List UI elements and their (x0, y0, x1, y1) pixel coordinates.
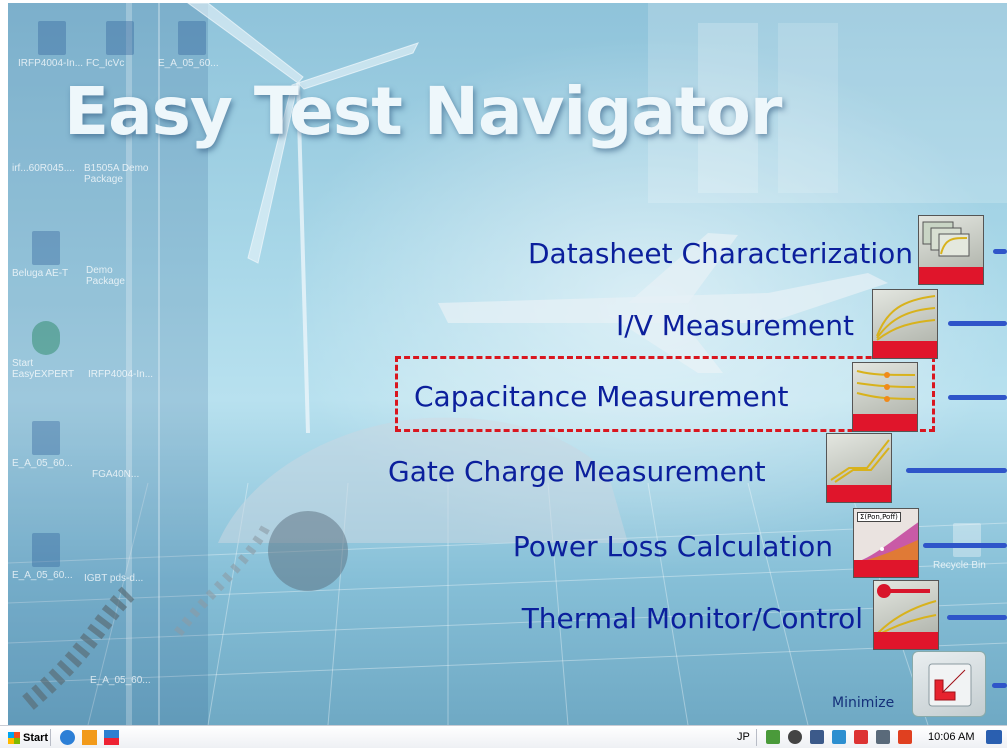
app-title: Easy Test Navigator (64, 73, 782, 150)
desktop-icon-label: IGBT pds-d... (84, 573, 144, 584)
menu-item-datasheet-characterization[interactable]: Datasheet Characterization (448, 215, 1007, 290)
iv-measurement-icon (872, 289, 938, 359)
connector-bar (947, 615, 1007, 620)
desktop-icon[interactable]: IGBT pds-d... (84, 573, 174, 584)
desktop-icon-label: E_A_05_60... (90, 675, 151, 686)
thumb-red-band (874, 632, 938, 649)
device-tray-icon[interactable] (832, 730, 846, 744)
desktop-icon-label: Start EasyEXPERT (12, 358, 75, 380)
desktop-icon[interactable]: FGA40N... (92, 469, 182, 480)
tray-separator (756, 729, 757, 746)
minimize-button[interactable] (912, 651, 986, 717)
network-tray-icon[interactable] (766, 730, 780, 744)
file-icon (38, 21, 66, 55)
connector-bar (992, 683, 1007, 688)
menu-item-label: Thermal Monitor/Control (521, 602, 863, 635)
show-desktop-icon[interactable] (986, 730, 1002, 744)
display-tray-icon[interactable] (810, 730, 824, 744)
file-icon (32, 533, 60, 567)
capacitance-measurement-icon (852, 362, 918, 432)
gate-charge-measurement-icon (826, 433, 892, 503)
desktop-icon[interactable]: IRFP4004-In... (88, 369, 178, 380)
menu-item-label: Gate Charge Measurement (388, 455, 766, 488)
menu-item-label: I/V Measurement (616, 309, 854, 342)
desktop-icon[interactable]: E_A_05_60... (90, 675, 180, 686)
desktop-icon-label: E_A_05_60... (158, 58, 219, 69)
thumb-red-band (853, 414, 917, 431)
easyexpert-icon (32, 321, 60, 355)
menu-item-gate-charge-measurement[interactable]: Gate Charge Measurement (378, 433, 1007, 505)
desktop-icon-label: IRFP4004-In... (18, 58, 84, 69)
minimize-arrow-icon (928, 663, 972, 707)
thumb-red-band (919, 267, 983, 284)
monitor-tray-icon[interactable] (876, 730, 890, 744)
desktop-icon-label: FC_IcVc (86, 58, 125, 69)
connector-bar (948, 321, 1007, 326)
desktop-icon[interactable]: Start EasyEXPERT (12, 321, 76, 380)
file-icon (32, 421, 60, 455)
shield-tray-icon[interactable] (854, 730, 868, 744)
desktop-icon-label: irf...60R045.... (12, 163, 75, 174)
thumb-red-band (827, 485, 891, 502)
volume-tray-icon[interactable] (898, 730, 912, 744)
desktop-icon-label: B1505A Demo Package (84, 163, 149, 185)
sync-tray-icon[interactable] (788, 730, 802, 744)
taskbar-separator (50, 729, 51, 746)
minimize-label: Minimize (832, 695, 895, 711)
start-label: Start (23, 731, 49, 744)
folder-icon (32, 231, 60, 265)
desktop-icon-label: FGA40N... (92, 469, 140, 480)
language-indicator[interactable]: JP (737, 731, 750, 743)
thumb-red-band (873, 341, 937, 358)
taskbar-clock[interactable]: 10:06 AM (928, 731, 974, 743)
menu-item-iv-measurement[interactable]: I/V Measurement (568, 289, 1007, 359)
menu-item-capacitance-measurement[interactable]: Capacitance Measurement (408, 360, 1007, 432)
menu-item-power-loss-calculation[interactable]: Power Loss Calculation Σ(Pon,Poff) (458, 508, 1007, 580)
media-player-icon[interactable] (82, 730, 97, 745)
windows-logo-icon (8, 731, 20, 744)
taskbar: Start JP 10:06 AM (0, 725, 1007, 748)
desktop-icon-label: IRFP4004-In... (88, 369, 154, 380)
file-icon (178, 21, 206, 55)
menu-item-thermal-monitor-control[interactable]: Thermal Monitor/Control (453, 580, 1007, 652)
menu-item-label: Power Loss Calculation (512, 530, 833, 563)
desktop-icon-label: E_A_05_60... (12, 458, 73, 469)
thumb-red-band (854, 560, 918, 577)
datasheet-characterization-icon (918, 215, 984, 285)
connector-bar (948, 395, 1007, 400)
file-icon (106, 21, 134, 55)
start-button[interactable]: Start (4, 729, 52, 746)
internet-explorer-icon[interactable] (60, 730, 75, 745)
connector-bar (923, 543, 1007, 548)
easy-test-navigator-window: IRFP4004-In... FC_IcVc E_A_05_60... irf.… (8, 3, 1007, 725)
menu-item-label: Capacitance Measurement (414, 380, 789, 413)
power-loss-formula-label: Σ(Pon,Poff) (857, 512, 901, 522)
connector-bar (906, 468, 1007, 473)
connector-bar (993, 249, 1007, 254)
desktop-icon-label: Beluga AE-T (12, 268, 69, 279)
desktop-icon[interactable]: B1505A Demo Package (84, 163, 154, 185)
desktop-icon[interactable]: E_A_05_60... (158, 21, 248, 69)
desktop-icon[interactable]: Demo Package (86, 265, 146, 287)
desktop-icon-label: Demo Package (86, 265, 125, 287)
easy-test-navigator-taskbar-icon[interactable] (104, 730, 119, 745)
menu-item-label: Datasheet Characterization (527, 237, 913, 270)
desktop-icon[interactable]: E_A_05_60... (12, 421, 102, 469)
thermal-monitor-control-icon (873, 580, 939, 650)
power-loss-calculation-icon: Σ(Pon,Poff) (853, 508, 919, 578)
desktop-icon-label: E_A_05_60... (12, 570, 73, 581)
